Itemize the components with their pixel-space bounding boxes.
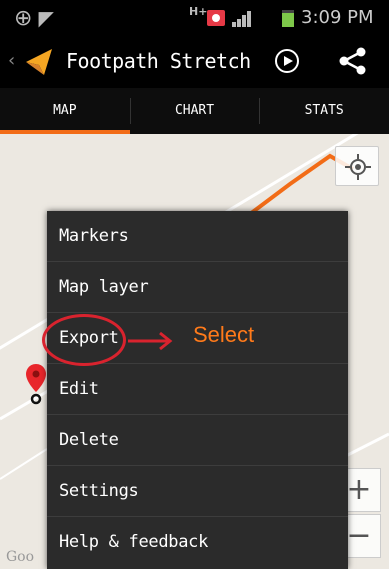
signal-icon <box>232 11 254 27</box>
gps-icon: ⊕ <box>14 6 33 31</box>
menu-item-edit[interactable]: Edit <box>47 364 348 415</box>
annotation-arrow-icon <box>128 331 173 351</box>
overflow-menu: Markers Map layer Export Edit Delete Set… <box>47 211 348 569</box>
status-time: 3:09 PM <box>301 7 374 28</box>
tab-map[interactable]: MAP <box>0 88 130 134</box>
notification-icon <box>207 10 225 26</box>
tab-stats[interactable]: STATS <box>259 88 389 134</box>
orange-arrow-icon[interactable] <box>22 45 56 79</box>
network-type: H+ <box>189 5 208 18</box>
page-title: Footpath Stretch <box>66 49 251 73</box>
annotation-label: Select <box>193 322 255 347</box>
menu-item-map-layer[interactable]: Map layer <box>47 262 348 313</box>
tab-chart[interactable]: CHART <box>129 88 260 134</box>
share-icon[interactable] <box>338 47 368 75</box>
battery-icon <box>282 10 294 27</box>
map-attribution: Goo <box>6 549 35 565</box>
my-location-button[interactable] <box>335 146 379 186</box>
menu-item-help-feedback[interactable]: Help & feedback <box>47 517 348 568</box>
menu-item-markers[interactable]: Markers <box>47 211 348 262</box>
menu-item-delete[interactable]: Delete <box>47 415 348 466</box>
annotation-circle <box>42 314 126 366</box>
action-bar: ‹ Footpath Stretch <box>0 36 389 89</box>
play-icon[interactable] <box>275 49 299 73</box>
menu-item-settings[interactable]: Settings <box>47 466 348 517</box>
status-bar: ⊕ ◤ H+ 3:09 PM <box>0 0 389 36</box>
status-left-icons: ⊕ ◤ <box>14 6 54 31</box>
navigation-icon: ◤ <box>38 6 54 30</box>
tab-bar: MAP CHART STATS <box>0 88 389 134</box>
map-marker-icon[interactable] <box>24 362 48 406</box>
locate-icon <box>345 154 371 180</box>
back-chevron-icon[interactable]: ‹ <box>8 50 15 71</box>
